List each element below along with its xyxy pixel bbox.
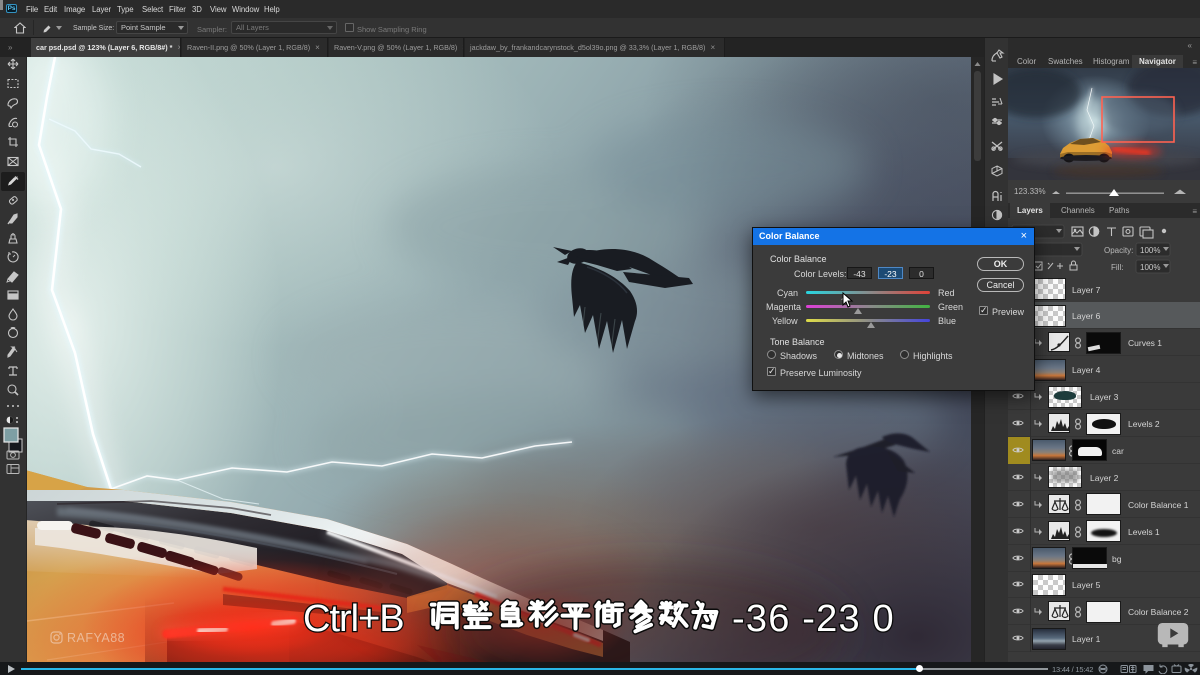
svg-text:Ctrl+B: Ctrl+B bbox=[303, 598, 404, 640]
svg-text:100%: 100% bbox=[1140, 246, 1160, 255]
svg-text:Fill:: Fill: bbox=[1111, 263, 1123, 272]
svg-text:100%: 100% bbox=[1140, 263, 1160, 272]
svg-text:-36 -23 0: -36 -23 0 bbox=[732, 598, 895, 640]
svg-text:Opacity:: Opacity: bbox=[1104, 246, 1133, 255]
